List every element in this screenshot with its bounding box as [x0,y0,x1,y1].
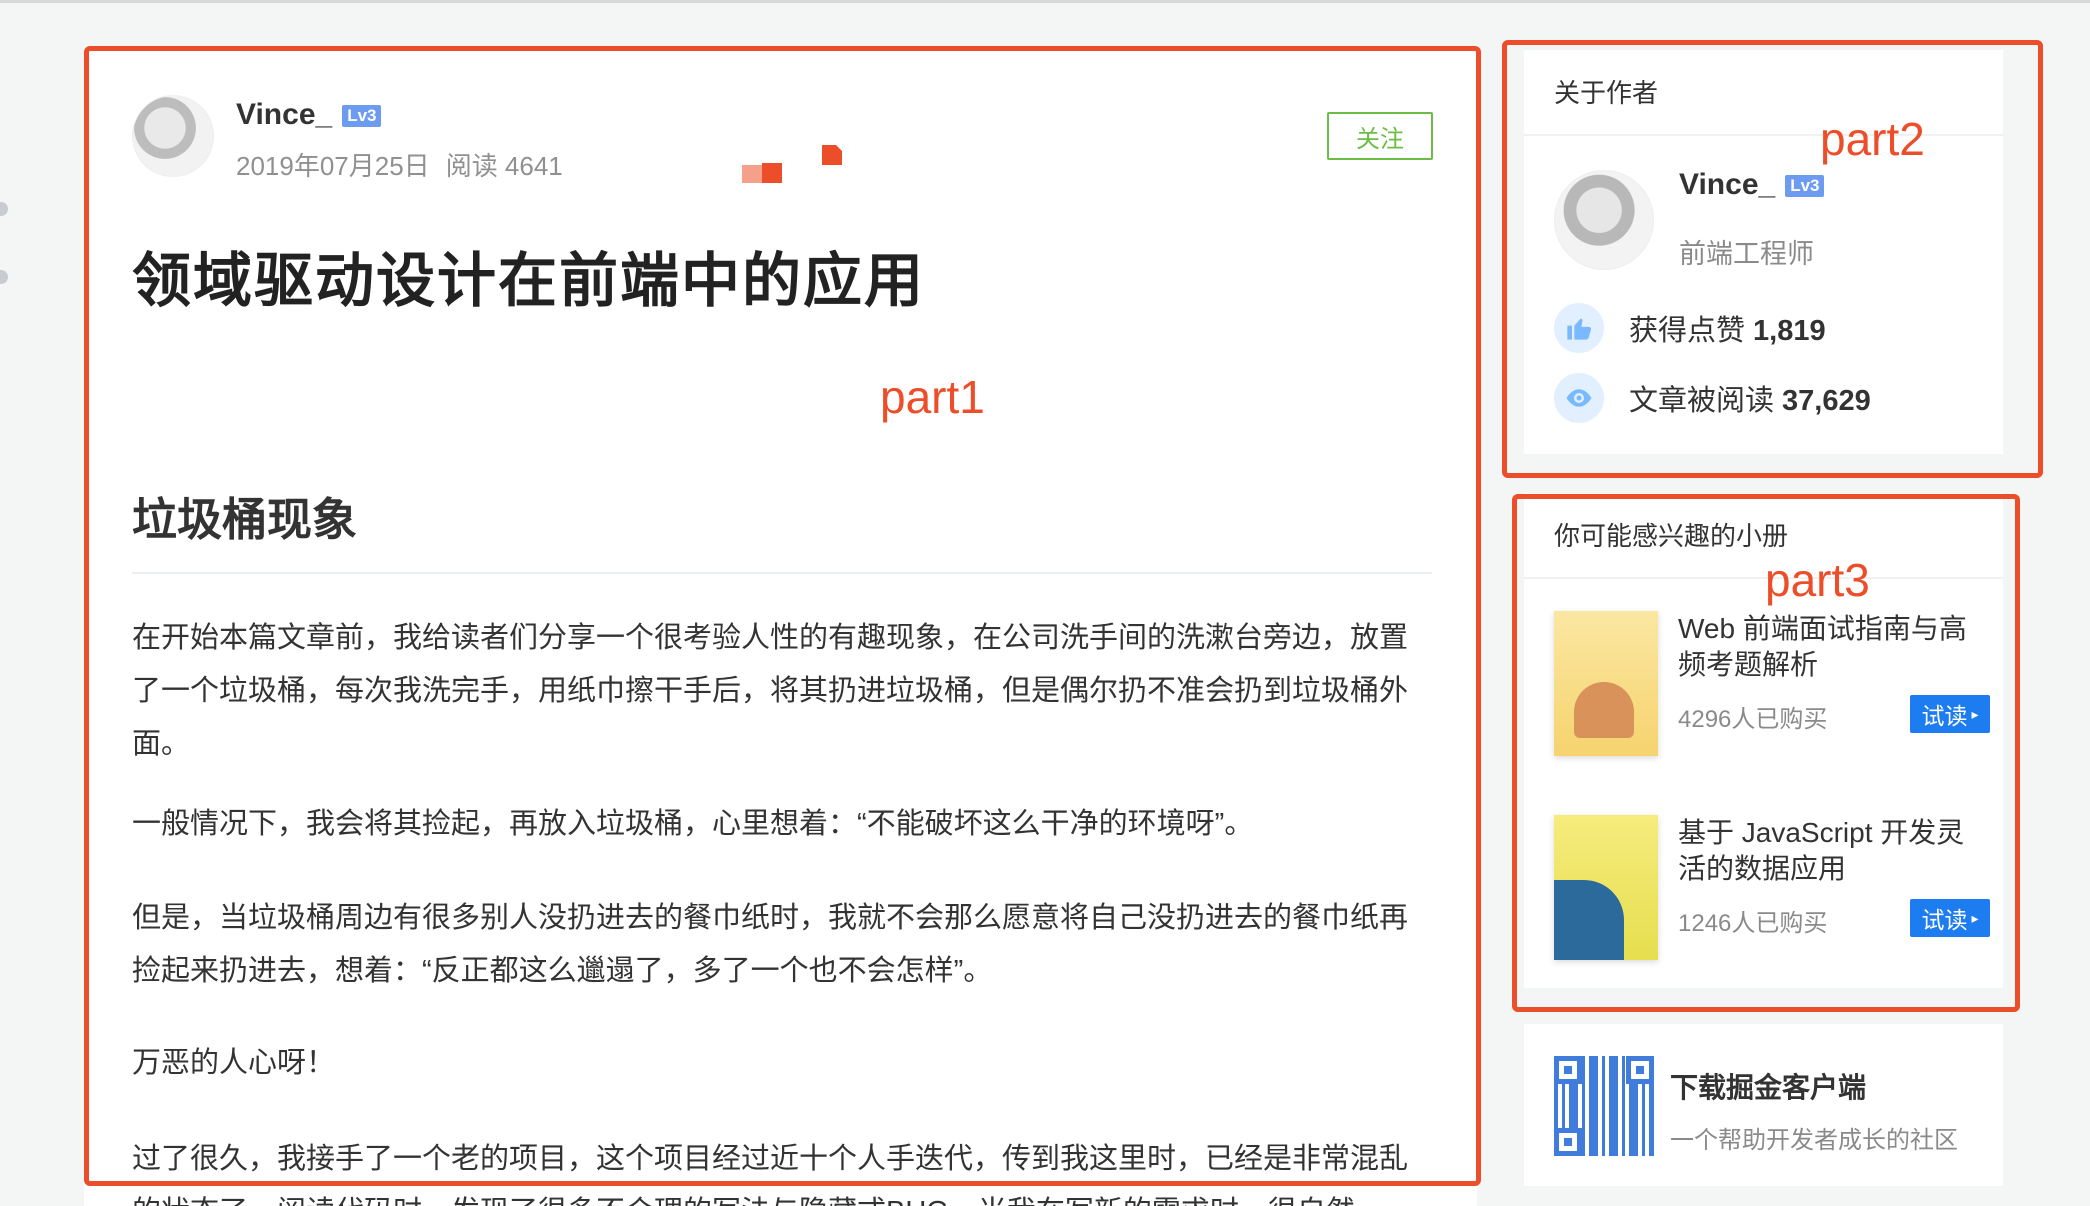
download-subtitle: 一个帮助开发者成长的社区 [1670,1127,1958,1154]
decoration-block [822,145,842,165]
heading-divider [132,572,1432,574]
about-author-heading: 关于作者 [1524,50,2003,136]
qr-finder-icon [1626,1056,1654,1084]
window-top-border [0,0,2090,3]
likes-value: 1,819 [1753,315,1826,347]
article-card: Vince_ Lv3 2019年07月25日 阅读 4641 关注 领域驱动设计在前… [84,50,1477,1206]
booklet-item[interactable]: 基于 JavaScript 开发灵活的数据应用 1246人已购买 试读 ▸ [1554,815,1990,965]
caret-right-icon: ▸ [1971,705,1979,722]
annotation-label-part2: part2 [1820,113,1925,165]
booklet-sold-count: 1246人已购买 [1678,910,1828,937]
booklet-item[interactable]: Web 前端面试指南与高频考题解析 4296人已购买 试读 ▸ [1554,611,1990,761]
qr-code-icon[interactable] [1554,1056,1654,1156]
article-paragraph: 过了很久，我接手了一个老的项目，这个项目经过近十个人手迭代，传到我这里时，已经是… [132,1143,1409,1206]
booklet-title[interactable]: 基于 JavaScript 开发灵活的数据应用 [1678,815,1990,887]
likes-stat: 获得点赞 1,819 [1554,303,1826,353]
booklets-card: 你可能感兴趣的小册 Web 前端面试指南与高频考题解析 4296人已购买 试读 ▸… [1524,493,2003,988]
author-name[interactable]: Vince_ Lv3 [236,98,382,132]
download-title[interactable]: 下载掘金客户端 [1670,1066,1866,1106]
article-meta: 2019年07月25日 阅读 4641 [236,146,563,183]
author-job: 前端工程师 [1679,239,1814,269]
article-paragraph: 万恶的人心呀！ [132,1047,336,1079]
side-dot-icon[interactable] [0,270,8,284]
qr-finder-icon [1554,1056,1582,1084]
booklet-cover[interactable] [1554,611,1658,756]
likes-label: 获得点赞 [1629,315,1746,347]
read-count: 阅读 4641 [445,151,563,181]
article-paragraph: 但是，当垃圾桶周边有很多别人没扔进去的餐巾纸时，我就不会那么愿意将自己没扔进去的… [132,902,1409,987]
author-name[interactable]: Vince_ Lv3 [1679,168,1825,202]
side-dot-icon[interactable] [0,202,8,216]
level-badge: Lv3 [1785,175,1825,198]
article-title: 领域驱动设计在前端中的应用 [132,248,926,314]
try-read-label[interactable]: 试读 [1921,901,1967,935]
article-paragraph: 一般情况下，我会将其捡起，再放入垃圾桶，心里想着：“不能破坏这么干净的环境呀”。 [132,808,1254,840]
article-paragraph: 在开始本篇文章前，我给读者们分享一个很考验人性的有趣现象，在公司洗手间的洗漱台旁… [132,622,1409,760]
booklet-cover[interactable] [1554,815,1658,960]
download-app-card[interactable]: 下载掘金客户端 一个帮助开发者成长的社区 [1524,1024,2003,1186]
section-heading: 垃圾桶现象 [132,494,358,545]
peacock-illustration-icon [1554,880,1624,960]
author-name-text[interactable]: Vince_ [236,98,332,131]
caret-right-icon: ▸ [1971,909,1979,926]
annotation-label-part1: part1 [880,371,985,423]
author-avatar[interactable] [132,95,214,177]
try-read-button[interactable]: 试读 ▸ [1910,899,1990,937]
author-avatar[interactable] [1554,170,1654,270]
thumbs-up-icon [1554,303,1604,353]
eye-icon [1554,373,1604,423]
try-read-label[interactable]: 试读 [1921,697,1967,731]
follow-button[interactable]: 关注 [1327,112,1433,160]
annotation-label-part3: part3 [1765,554,1870,606]
try-read-button[interactable]: 试读 ▸ [1910,695,1990,733]
booklet-title[interactable]: Web 前端面试指南与高频考题解析 [1678,611,1990,683]
reads-stat: 文章被阅读 37,629 [1554,373,1871,423]
booklets-heading: 你可能感兴趣的小册 [1524,493,2003,579]
qr-finder-icon [1554,1128,1582,1156]
about-author-card: 关于作者 Vince_ Lv3 前端工程师 获得点赞 1,819 文章被阅读 37,6… [1524,50,2003,454]
level-badge: Lv3 [342,105,382,128]
decoration-block [762,163,782,183]
booklet-sold-count: 4296人已购买 [1678,706,1828,733]
dog-illustration-icon [1574,682,1634,738]
reads-label: 文章被阅读 [1629,385,1775,417]
author-name-text[interactable]: Vince_ [1679,168,1775,201]
publish-date: 2019年07月25日 [236,151,430,181]
reads-value: 37,629 [1782,385,1871,417]
